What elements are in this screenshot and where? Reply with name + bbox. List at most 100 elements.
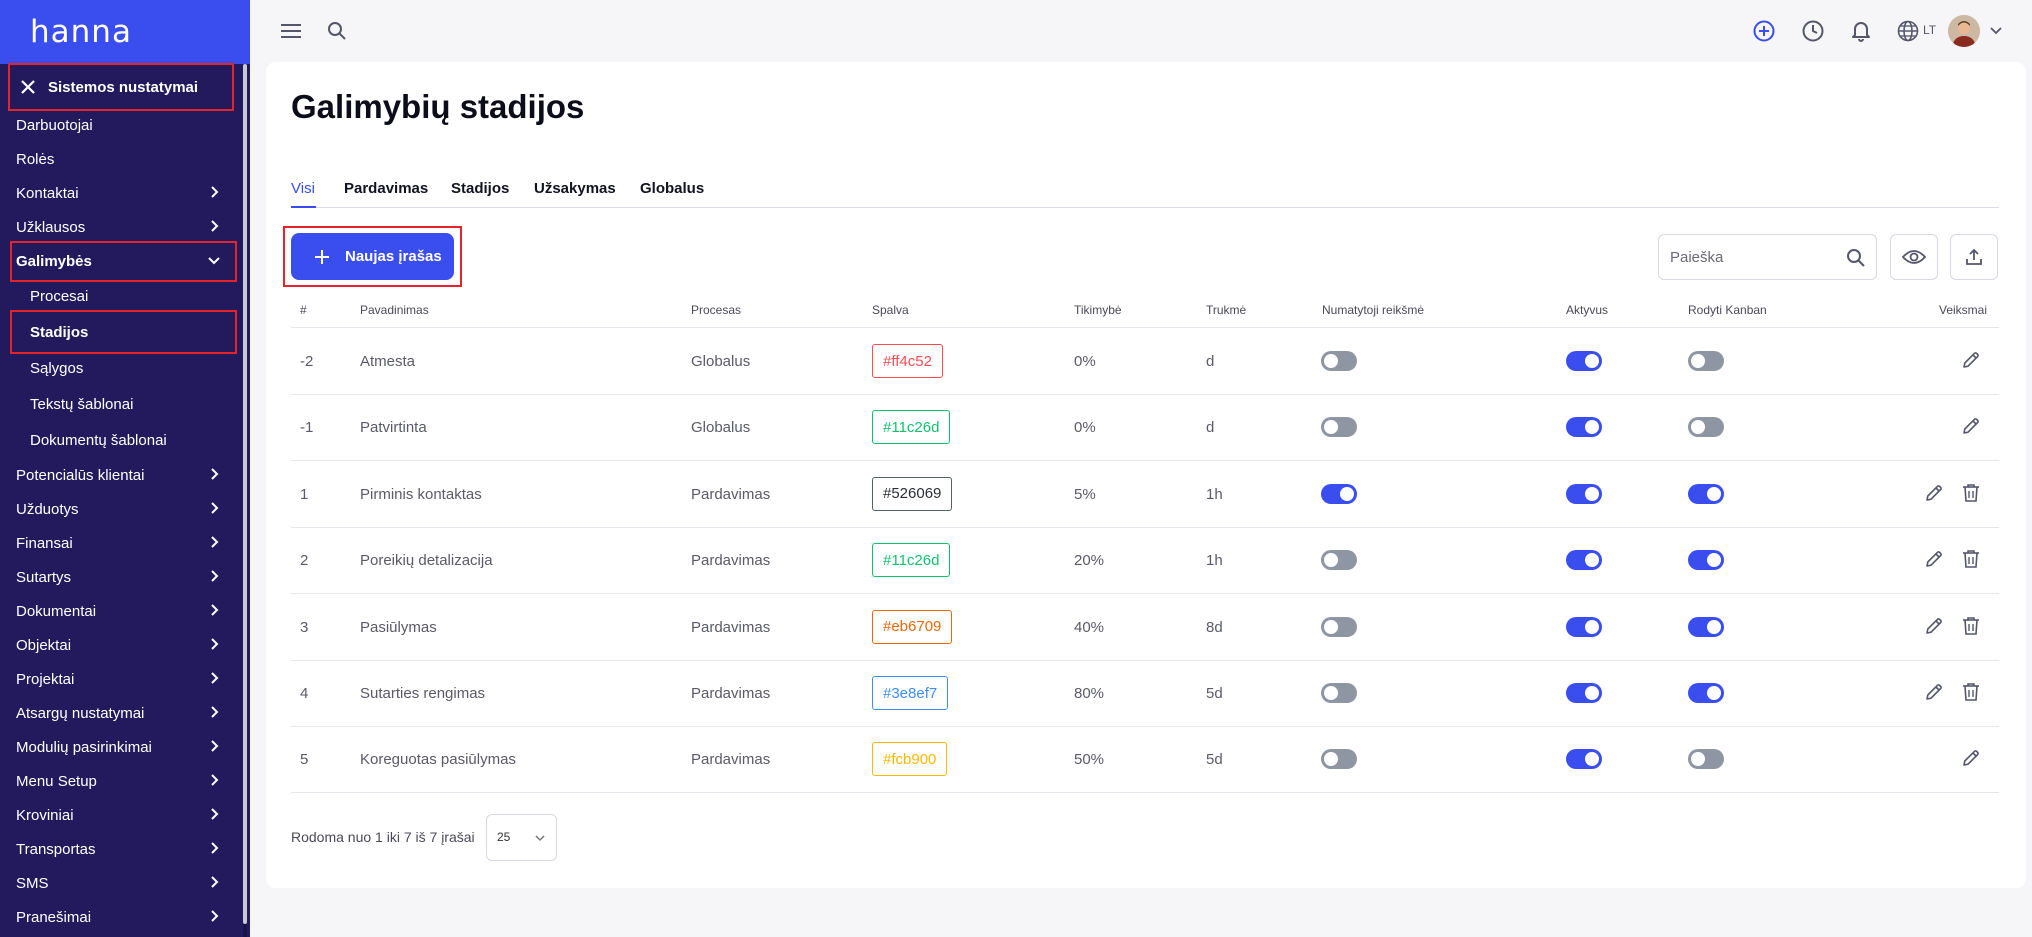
edit-icon[interactable]	[1923, 482, 1945, 504]
sidebar-item-uzklausos[interactable]: Užklausos	[0, 212, 244, 242]
edit-icon[interactable]	[1960, 415, 1982, 437]
sidebar-item-label: Projektai	[16, 670, 75, 688]
delete-icon[interactable]	[1960, 681, 1982, 703]
color-chip: #fcb900	[872, 742, 948, 777]
col-name[interactable]: Pavadinimas	[360, 303, 429, 317]
active-toggle[interactable]	[1566, 683, 1602, 703]
user-avatar[interactable]	[1948, 15, 1980, 47]
sidebar-item-finansai[interactable]: Finansai	[0, 528, 244, 558]
highlight-system-settings	[8, 63, 234, 111]
search-icon[interactable]	[1845, 247, 1867, 269]
hamburger-menu-icon[interactable]	[280, 21, 302, 41]
sidebar-item-darbuotojai[interactable]: Darbuotojai	[0, 110, 244, 140]
row-number: 1	[300, 485, 309, 503]
kanban-toggle[interactable]	[1688, 616, 1724, 637]
col-kanban[interactable]: Rodyti Kanban	[1688, 303, 1767, 317]
row-probability: 80%	[1074, 685, 1105, 702]
highlight-galimybes	[10, 241, 237, 282]
tab-visi[interactable]: Visi	[291, 180, 315, 197]
edit-icon[interactable]	[1960, 349, 1982, 371]
sidebar-item-menu-setup[interactable]: Menu Setup	[0, 766, 244, 796]
language-label[interactable]: LT	[1923, 23, 1936, 37]
sidebar-item-tekstu-sablonai[interactable]: Tekstų šablonai	[0, 389, 244, 419]
default-toggle[interactable]	[1321, 683, 1357, 703]
active-toggle[interactable]	[1566, 351, 1602, 371]
col-probability[interactable]: Tikimybė	[1074, 303, 1122, 317]
search-icon[interactable]	[326, 20, 348, 42]
chevron-down-icon[interactable]	[1988, 23, 2004, 39]
add-circle-icon[interactable]	[1752, 19, 1776, 43]
sidebar-item-sutartys[interactable]: Sutartys	[0, 562, 244, 592]
edit-icon[interactable]	[1923, 615, 1945, 637]
row-probability: 0%	[1074, 419, 1096, 437]
column-visibility-button[interactable]	[1890, 234, 1938, 280]
delete-icon[interactable]	[1960, 548, 1982, 570]
tab-globalus[interactable]: Globalus	[640, 180, 704, 197]
sidebar-item-label: Sutartys	[16, 568, 72, 586]
sidebar-item-transportas[interactable]: Transportas	[0, 834, 244, 864]
bell-icon[interactable]	[1849, 19, 1873, 43]
search-input[interactable]	[1659, 235, 1829, 279]
col-color[interactable]: Spalva	[872, 303, 909, 317]
sidebar-item-moduliu-pasirinkimai[interactable]: Modulių pasirinkimai	[0, 732, 244, 762]
active-toggle[interactable]	[1566, 550, 1602, 571]
kanban-toggle[interactable]	[1688, 417, 1724, 438]
search-box	[1658, 234, 1877, 280]
chevron-right-icon	[206, 840, 222, 856]
delete-icon[interactable]	[1960, 482, 1982, 504]
kanban-toggle[interactable]	[1688, 683, 1724, 703]
sidebar-item-procesai[interactable]: Procesai	[0, 281, 244, 311]
sidebar-item-objektai[interactable]: Objektai	[0, 630, 244, 660]
sidebar-item-uzduotys[interactable]: Užduotys	[0, 494, 244, 524]
active-toggle[interactable]	[1566, 616, 1602, 637]
default-toggle[interactable]	[1321, 550, 1357, 571]
chevron-right-icon	[206, 534, 222, 550]
edit-icon[interactable]	[1923, 681, 1945, 703]
sidebar-item-roles[interactable]: Rolės	[0, 144, 244, 174]
topbar: LT	[250, 0, 2032, 62]
sidebar-item-kroviniai[interactable]: Kroviniai	[0, 800, 244, 830]
sidebar-item-pranesimai[interactable]: Pranešimai	[0, 902, 244, 932]
active-toggle[interactable]	[1566, 749, 1602, 770]
sidebar-item-projektai[interactable]: Projektai	[0, 664, 244, 694]
sidebar-item-dokumentai[interactable]: Dokumentai	[0, 596, 244, 626]
highlight-new-record	[283, 226, 462, 287]
sidebar-item-sms[interactable]: SMS	[0, 868, 244, 898]
app-logo[interactable]: hanna	[0, 0, 250, 64]
delete-icon[interactable]	[1960, 615, 1982, 637]
row-name: Patvirtinta	[360, 419, 427, 437]
default-toggle[interactable]	[1321, 483, 1357, 504]
sidebar-item-potencialus-klientai[interactable]: Potencialūs klientai	[0, 460, 244, 490]
tab-pardavimas[interactable]: Pardavimas	[344, 180, 428, 197]
edit-icon[interactable]	[1923, 548, 1945, 570]
default-toggle[interactable]	[1321, 351, 1357, 371]
tab-stadijos[interactable]: Stadijos	[451, 180, 509, 197]
sidebar-item-dokumentu-sablonai[interactable]: Dokumentų šablonai	[0, 425, 244, 455]
row-process: Globalus	[691, 353, 751, 370]
export-button[interactable]	[1950, 234, 1998, 280]
col-process[interactable]: Procesas	[691, 303, 741, 317]
chevron-right-icon	[206, 908, 222, 924]
sidebar-item-label: Procesai	[30, 287, 89, 305]
col-default[interactable]: Numatytoji reikšmė	[1322, 303, 1424, 317]
globe-icon[interactable]	[1896, 19, 1920, 43]
kanban-toggle[interactable]	[1688, 749, 1724, 770]
edit-icon[interactable]	[1960, 747, 1982, 769]
tab-uzsakymas[interactable]: Užsakymas	[534, 180, 616, 197]
kanban-toggle[interactable]	[1688, 550, 1724, 571]
clock-icon[interactable]	[1801, 19, 1825, 43]
col-active[interactable]: Aktyvus	[1566, 303, 1608, 317]
default-toggle[interactable]	[1321, 417, 1357, 438]
default-toggle[interactable]	[1321, 749, 1357, 770]
kanban-toggle[interactable]	[1688, 351, 1724, 371]
sidebar-item-kontaktai[interactable]: Kontaktai	[0, 178, 244, 208]
page-size-select[interactable]: 25	[486, 814, 557, 861]
sidebar-item-atsargu-nustatymai[interactable]: Atsargų nustatymai	[0, 698, 244, 728]
kanban-toggle[interactable]	[1688, 483, 1724, 504]
sidebar-item-salygos[interactable]: Sąlygos	[0, 353, 244, 383]
default-toggle[interactable]	[1321, 616, 1357, 637]
active-toggle[interactable]	[1566, 417, 1602, 438]
col-duration[interactable]: Trukmė	[1206, 303, 1246, 317]
sidebar-item-label: Dokumentų šablonai	[30, 431, 167, 449]
active-toggle[interactable]	[1566, 483, 1602, 504]
